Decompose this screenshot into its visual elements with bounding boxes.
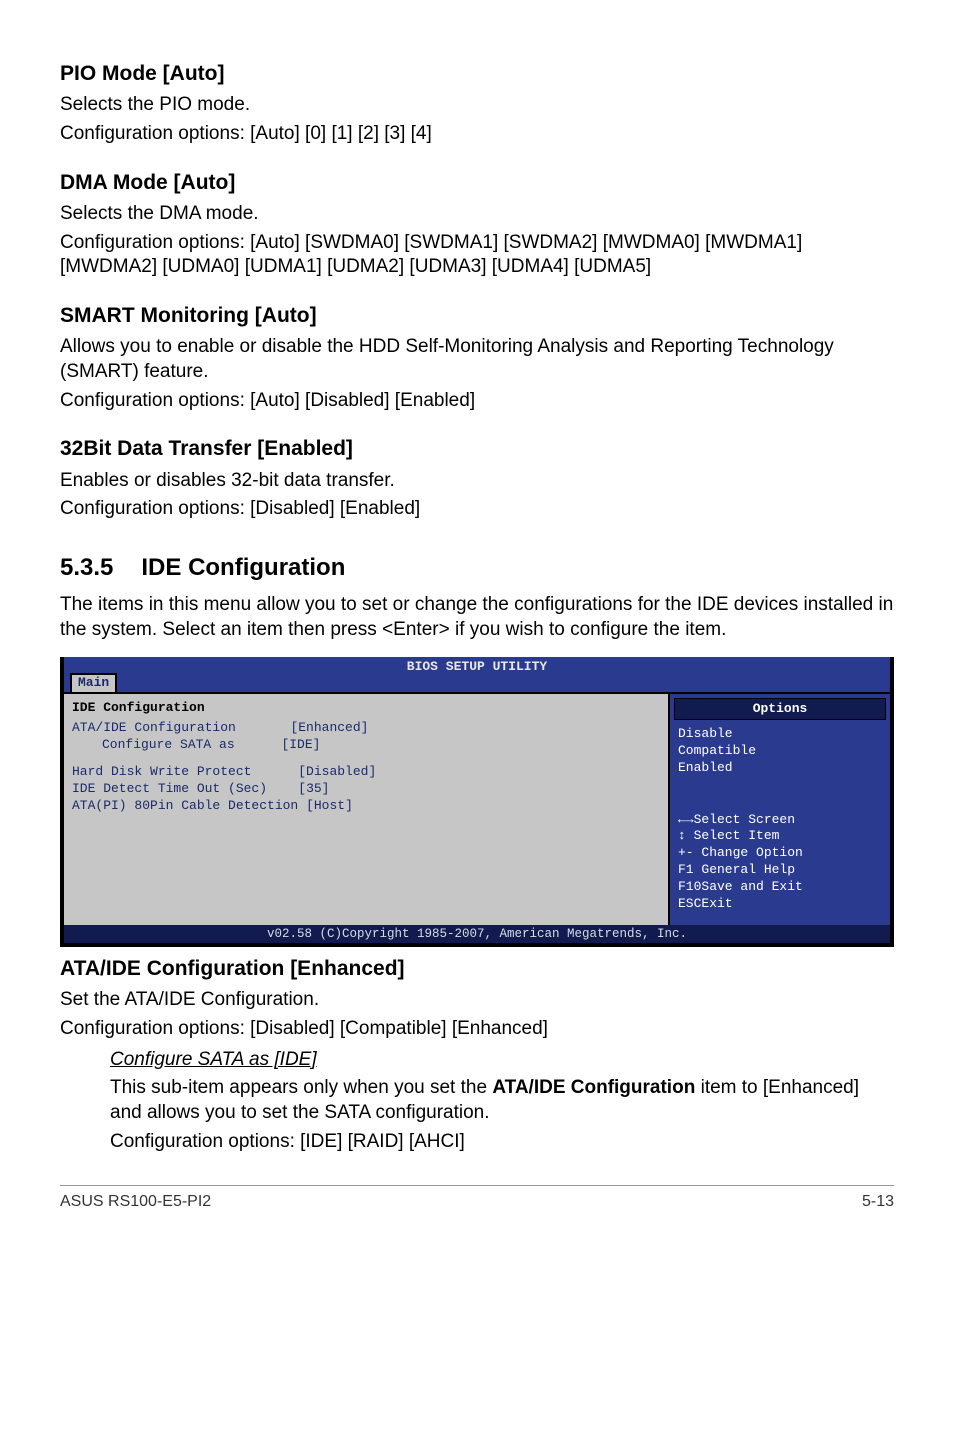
heading-dma-mode: DMA Mode [Auto] bbox=[60, 169, 894, 196]
bios-row-hd-write-protect[interactable]: Hard Disk Write Protect [Disabled] bbox=[72, 764, 660, 781]
bios-title: BIOS SETUP UTILITY bbox=[407, 659, 547, 674]
bios-help-block: Select Screen Select Item +- Change Opti… bbox=[670, 802, 890, 925]
text-32bit-desc: Enables or disables 32-bit data transfer… bbox=[60, 469, 894, 494]
text-smart-desc: Allows you to enable or disable the HDD … bbox=[60, 335, 894, 384]
bios-titlebar: BIOS SETUP UTILITY Main bbox=[64, 657, 890, 678]
text-ata-ide-opts: Configuration options: [Disabled] [Compa… bbox=[60, 1017, 894, 1042]
bios-copyright-footer: v02.58 (C)Copyright 1985-2007, American … bbox=[64, 925, 890, 943]
footer-product: ASUS RS100-E5-PI2 bbox=[60, 1192, 211, 1213]
arrows-lr-icon bbox=[678, 812, 694, 827]
subsection-heading: 5.3.5 IDE Configuration bbox=[60, 552, 894, 583]
bios-screenshot: BIOS SETUP UTILITY Main IDE Configuratio… bbox=[60, 657, 894, 947]
bios-options-header: Options bbox=[674, 698, 886, 721]
subitem-block: Configure SATA as [IDE] This sub-item ap… bbox=[110, 1048, 894, 1155]
bios-help-select-item: Select Item bbox=[678, 828, 882, 845]
subsection-number: 5.3.5 bbox=[60, 552, 113, 583]
subitem-heading: Configure SATA as [IDE] bbox=[110, 1049, 317, 1070]
footer-page-number: 5-13 bbox=[862, 1192, 894, 1213]
bios-help-select-screen: Select Screen bbox=[678, 812, 882, 829]
text-dma-desc: Selects the DMA mode. bbox=[60, 202, 894, 227]
subsection-title: IDE Configuration bbox=[141, 554, 345, 581]
bios-help-change-option: +- Change Option bbox=[678, 845, 882, 862]
heading-pio-mode: PIO Mode [Auto] bbox=[60, 60, 894, 87]
bios-left-panel: IDE Configuration ATA/IDE Configuration … bbox=[64, 694, 670, 925]
bios-tab-main[interactable]: Main bbox=[70, 673, 117, 692]
bios-right-panel: Options Disable Compatible Enabled Selec… bbox=[670, 694, 890, 925]
bios-row-configure-sata[interactable]: Configure SATA as [IDE] bbox=[72, 737, 660, 754]
bios-row-ata-cable-detect[interactable]: ATA(PI) 80Pin Cable Detection [Host] bbox=[72, 798, 660, 815]
text-32bit-opts: Configuration options: [Disabled] [Enabl… bbox=[60, 497, 894, 522]
text-pio-desc: Selects the PIO mode. bbox=[60, 93, 894, 118]
bios-panel-header: IDE Configuration bbox=[72, 700, 660, 717]
page-footer: ASUS RS100-E5-PI2 5-13 bbox=[60, 1185, 894, 1213]
arrows-ud-icon bbox=[678, 828, 686, 843]
bios-option-disable[interactable]: Disable bbox=[678, 726, 882, 743]
bios-option-compatible[interactable]: Compatible bbox=[678, 743, 882, 760]
bios-help-save-exit: F10Save and Exit bbox=[678, 879, 882, 896]
subsection-intro: The items in this menu allow you to set … bbox=[60, 593, 894, 642]
bios-help-esc-exit: ESCExit bbox=[678, 896, 882, 913]
bios-help-general-help: F1 General Help bbox=[678, 862, 882, 879]
bios-row-ata-ide[interactable]: ATA/IDE Configuration [Enhanced] bbox=[72, 720, 660, 737]
heading-ata-ide-config: ATA/IDE Configuration [Enhanced] bbox=[60, 955, 894, 982]
text-smart-opts: Configuration options: [Auto] [Disabled]… bbox=[60, 389, 894, 414]
bios-option-enabled[interactable]: Enabled bbox=[678, 760, 882, 777]
text-pio-opts: Configuration options: [Auto] [0] [1] [2… bbox=[60, 122, 894, 147]
subitem-opts: Configuration options: [IDE] [RAID] [AHC… bbox=[110, 1130, 894, 1155]
subitem-desc: This sub-item appears only when you set … bbox=[110, 1076, 894, 1125]
text-ata-ide-desc: Set the ATA/IDE Configuration. bbox=[60, 988, 894, 1013]
bios-row-ide-detect-timeout[interactable]: IDE Detect Time Out (Sec) [35] bbox=[72, 781, 660, 798]
heading-32bit: 32Bit Data Transfer [Enabled] bbox=[60, 435, 894, 462]
heading-smart: SMART Monitoring [Auto] bbox=[60, 302, 894, 329]
text-dma-opts: Configuration options: [Auto] [SWDMA0] [… bbox=[60, 231, 894, 280]
